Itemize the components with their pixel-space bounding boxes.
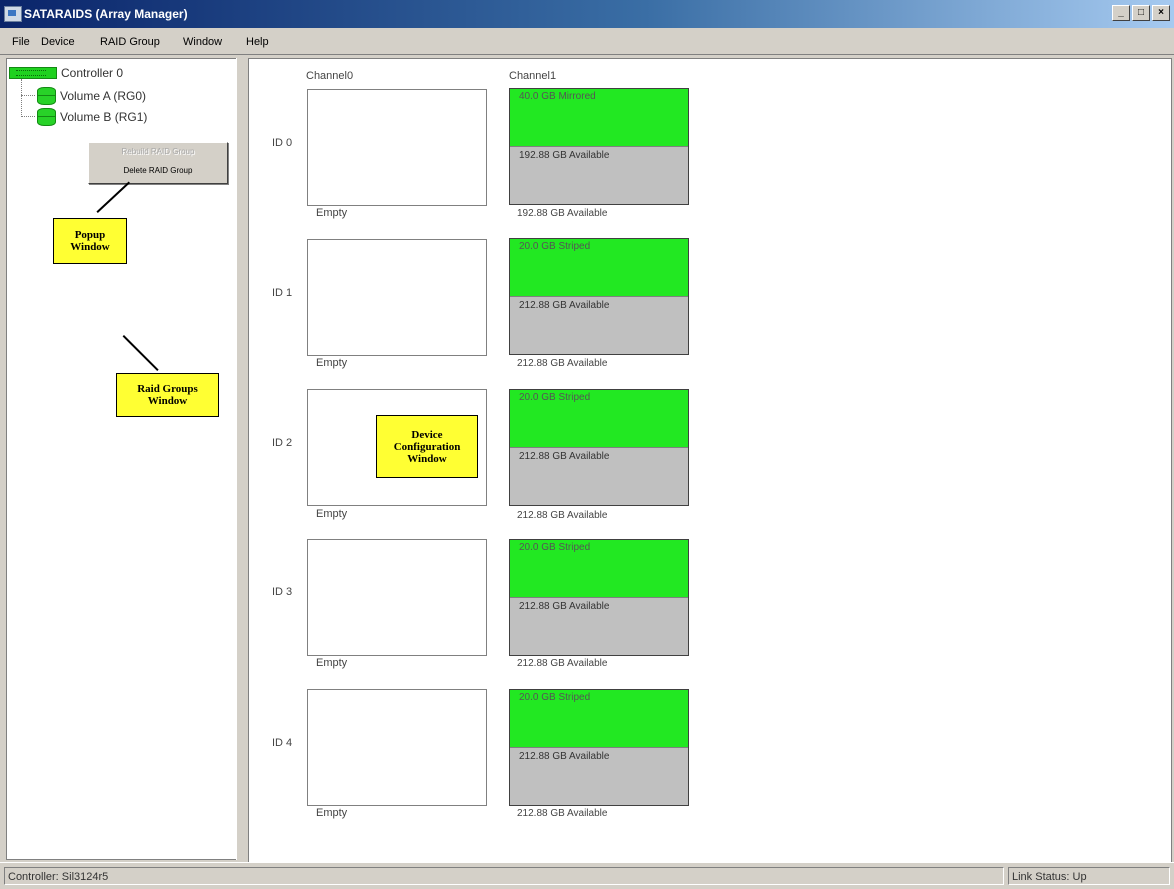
- disk-capacity-label: 212.88 GB Available: [517, 510, 608, 521]
- disk-capacity-label: 212.88 GB Available: [517, 358, 608, 369]
- disk-capacity-label: 192.88 GB Available: [517, 208, 608, 219]
- row-label: ID 1: [272, 287, 293, 299]
- minimize-button[interactable]: _: [1112, 5, 1130, 21]
- menu-window[interactable]: Window: [183, 36, 222, 48]
- disk-free-segment: 212.88 GB Available: [519, 601, 610, 612]
- disk-drive[interactable]: 20.0 GB Striped 212.88 GB Available: [509, 389, 689, 506]
- tree-controller-label: Controller 0: [61, 66, 124, 80]
- callout-raid-groups-window: Raid Groups Window: [116, 373, 219, 417]
- disk-free-segment: 212.88 GB Available: [519, 300, 610, 311]
- empty-slot[interactable]: [307, 239, 487, 356]
- tree-controller[interactable]: Controller 0: [9, 66, 123, 80]
- status-link: Link Status: Up: [1008, 867, 1170, 885]
- title-bar[interactable]: SATARAIDS (Array Manager) _ □ ×: [0, 0, 1174, 28]
- disk-drive[interactable]: 20.0 GB Striped 212.88 GB Available: [509, 238, 689, 355]
- row-label: ID 4: [272, 737, 293, 749]
- disk-used-segment[interactable]: 20.0 GB Striped: [510, 540, 688, 598]
- disk-used-segment[interactable]: 40.0 GB Mirrored: [510, 89, 688, 147]
- window-controls: _ □ ×: [1112, 5, 1170, 21]
- menu-device[interactable]: Device: [41, 36, 75, 48]
- volume-icon: [37, 87, 56, 105]
- empty-slot[interactable]: [307, 689, 487, 806]
- status-bar: Controller: Sil3124r5 Link Status: Up: [0, 862, 1174, 889]
- disk-free-segment: 212.88 GB Available: [519, 751, 610, 762]
- column-header-channel0: Channel0: [306, 70, 354, 82]
- empty-slot[interactable]: [307, 89, 487, 206]
- app-icon: [4, 6, 22, 22]
- disk-used-segment[interactable]: 20.0 GB Striped: [510, 390, 688, 448]
- disk-free-segment: 192.88 GB Available: [519, 150, 610, 161]
- disk-capacity-label: 212.88 GB Available: [517, 808, 608, 819]
- menu-file[interactable]: File: [12, 36, 30, 48]
- tree-volume-label: Volume B (RG1): [60, 110, 148, 124]
- row-label: ID 2: [272, 437, 293, 449]
- menu-help[interactable]: Help: [246, 36, 269, 48]
- tree-volume-label: Volume A (RG0): [60, 89, 147, 103]
- tree-volume-b[interactable]: Volume B (RG1): [37, 108, 147, 126]
- window-title: SATARAIDS (Array Manager): [24, 7, 188, 21]
- disk-capacity-label: 212.88 GB Available: [517, 658, 608, 669]
- volume-icon: [37, 108, 56, 126]
- disk-drive[interactable]: 20.0 GB Striped 212.88 GB Available: [509, 689, 689, 806]
- row-label: ID 3: [272, 586, 293, 598]
- status-controller: Controller: Sil3124r5: [4, 867, 1004, 885]
- disk-used-segment[interactable]: 20.0 GB Striped: [510, 690, 688, 748]
- tree-connector: [21, 79, 22, 117]
- callout-device-configuration-window: Device Configuration Window: [376, 415, 478, 478]
- menu-raid-group[interactable]: RAID Group: [100, 36, 160, 48]
- context-menu: Rebuild RAID Group Delete RAID Group: [88, 142, 228, 184]
- menu-item-delete-raid-group[interactable]: Delete RAID Group: [89, 166, 227, 175]
- menu-bar: File Device RAID Group Window Help: [0, 28, 1174, 55]
- row-label: ID 0: [272, 137, 293, 149]
- disk-free-segment: 212.88 GB Available: [519, 451, 610, 462]
- callout-popup-window: Popup Window: [53, 218, 127, 264]
- empty-slot-label: Empty: [316, 807, 348, 819]
- disk-used-segment[interactable]: 20.0 GB Striped: [510, 239, 688, 297]
- disk-drive[interactable]: 40.0 GB Mirrored 192.88 GB Available: [509, 88, 689, 205]
- controller-icon: [9, 67, 57, 79]
- close-button[interactable]: ×: [1152, 5, 1170, 21]
- empty-slot-label: Empty: [316, 207, 348, 219]
- tree-connector: [21, 116, 35, 117]
- column-header-channel1: Channel1: [509, 70, 557, 82]
- empty-slot-label: Empty: [316, 508, 348, 520]
- empty-slot-label: Empty: [316, 357, 348, 369]
- empty-slot-label: Empty: [316, 657, 348, 669]
- disk-drive[interactable]: 20.0 GB Striped 212.88 GB Available: [509, 539, 689, 656]
- tree-volume-a[interactable]: Volume A (RG0): [37, 87, 146, 105]
- empty-slot[interactable]: [307, 539, 487, 656]
- tree-connector: [21, 95, 35, 96]
- maximize-button[interactable]: □: [1132, 5, 1150, 21]
- menu-item-rebuild-raid-group[interactable]: Rebuild RAID Group: [89, 147, 227, 156]
